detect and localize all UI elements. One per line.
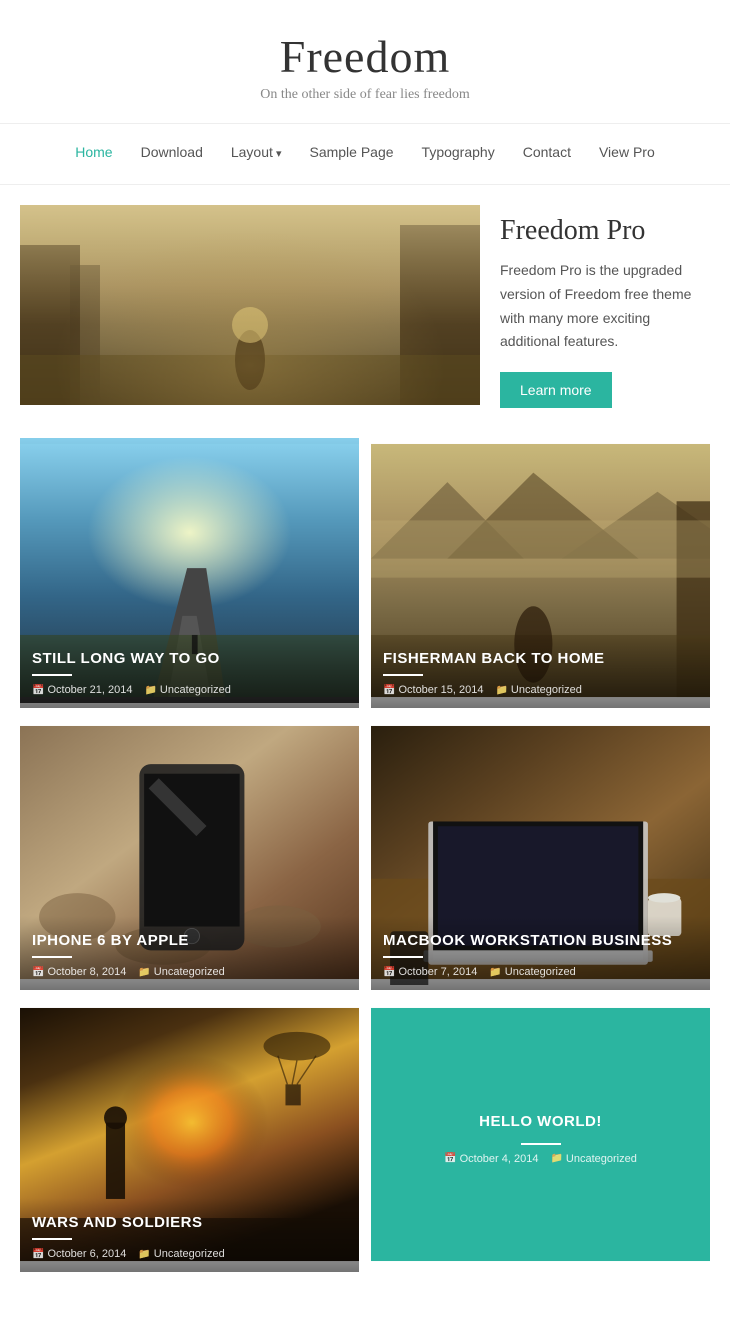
nav-item-layout[interactable]: Layout xyxy=(217,136,296,168)
post-overlay-5: WARS AND SOLDIERS 📅 October 6, 2014 📁 Un… xyxy=(20,1198,359,1273)
hero-description: Freedom Pro is the upgraded version of F… xyxy=(500,259,710,354)
post-card-5[interactable]: WARS AND SOLDIERS 📅 October 6, 2014 📁 Un… xyxy=(20,1002,359,1272)
folder-icon-1: 📁 xyxy=(144,685,156,696)
nav-item-contact[interactable]: Contact xyxy=(509,136,585,168)
post-meta-3: 📅 October 8, 2014 📁 Uncategorized xyxy=(32,966,347,978)
nav-item-view-pro[interactable]: View Pro xyxy=(585,136,669,168)
post-overlay-1: STILL LONG WAY TO GO 📅 October 21, 2014 … xyxy=(20,634,359,709)
post-divider-5 xyxy=(32,1238,72,1240)
post-divider-3 xyxy=(32,956,72,958)
post-overlay-3: IPHONE 6 BY APPLE 📅 October 8, 2014 📁 Un… xyxy=(20,916,359,991)
post-title-1: STILL LONG WAY TO GO xyxy=(32,649,347,669)
post-category-2: 📁 Uncategorized xyxy=(495,684,581,696)
post-overlay-6: HELLO WORLD! 📅 October 4, 2014 📁 Uncateg… xyxy=(371,1002,710,1272)
post-card-4[interactable]: MACBOOK WORKSTATION BUSINESS 📅 October 7… xyxy=(371,720,710,990)
post-date-3: 📅 October 8, 2014 xyxy=(32,966,126,978)
post-meta-5: 📅 October 6, 2014 📁 Uncategorized xyxy=(32,1248,347,1260)
folder-icon-5: 📁 xyxy=(138,1249,150,1260)
post-category-5: 📁 Uncategorized xyxy=(138,1248,224,1260)
site-tagline: On the other side of fear lies freedom xyxy=(20,87,710,103)
post-divider-1 xyxy=(32,674,72,676)
hero-content: Freedom Pro Freedom Pro is the upgraded … xyxy=(500,205,710,408)
post-meta-1: 📅 October 21, 2014 📁 Uncategorized xyxy=(32,684,347,696)
posts-grid: STILL LONG WAY TO GO 📅 October 21, 2014 … xyxy=(0,438,730,1292)
post-meta-2: 📅 October 15, 2014 📁 Uncategorized xyxy=(383,684,698,696)
post-date-4: 📅 October 7, 2014 xyxy=(383,966,477,978)
post-title-6: HELLO WORLD! xyxy=(479,1112,602,1132)
post-title-5: WARS AND SOLDIERS xyxy=(32,1213,347,1233)
post-card-6[interactable]: HELLO WORLD! 📅 October 4, 2014 📁 Uncateg… xyxy=(371,1002,710,1272)
main-nav: Home Download Layout Sample Page Typogra… xyxy=(0,123,730,185)
post-category-3: 📁 Uncategorized xyxy=(138,966,224,978)
hero-image xyxy=(20,205,480,405)
post-category-1: 📁 Uncategorized xyxy=(144,684,230,696)
folder-icon-3: 📁 xyxy=(138,967,150,978)
post-title-4: MACBOOK WORKSTATION BUSINESS xyxy=(383,931,698,951)
post-title-3: IPHONE 6 BY APPLE xyxy=(32,931,347,951)
site-title: Freedom xyxy=(20,30,710,83)
folder-icon-6: 📁 xyxy=(550,1153,562,1164)
post-title-2: FISHERMAN BACK TO HOME xyxy=(383,649,698,669)
post-card-2[interactable]: FISHERMAN BACK TO HOME 📅 October 15, 201… xyxy=(371,438,710,708)
post-category-6: 📁 Uncategorized xyxy=(550,1153,636,1165)
calendar-icon-2: 📅 xyxy=(383,685,395,696)
nav-item-home[interactable]: Home xyxy=(61,136,126,168)
calendar-icon-5: 📅 xyxy=(32,1249,44,1260)
calendar-icon-1: 📅 xyxy=(32,685,44,696)
post-date-5: 📅 October 6, 2014 xyxy=(32,1248,126,1260)
hero-section: Freedom Pro Freedom Pro is the upgraded … xyxy=(0,185,730,438)
hero-title: Freedom Pro xyxy=(500,215,710,247)
post-divider-6 xyxy=(521,1143,561,1145)
nav-item-sample-page[interactable]: Sample Page xyxy=(295,136,407,168)
nav-item-typography[interactable]: Typography xyxy=(408,136,509,168)
post-date-6: 📅 October 4, 2014 xyxy=(444,1153,538,1165)
calendar-icon-4: 📅 xyxy=(383,967,395,978)
learn-more-button[interactable]: Learn more xyxy=(500,372,612,408)
post-category-4: 📁 Uncategorized xyxy=(489,966,575,978)
post-card-3[interactable]: IPHONE 6 BY APPLE 📅 October 8, 2014 📁 Un… xyxy=(20,720,359,990)
post-meta-6: 📅 October 4, 2014 📁 Uncategorized xyxy=(444,1153,637,1165)
post-date-1: 📅 October 21, 2014 xyxy=(32,684,132,696)
post-date-2: 📅 October 15, 2014 xyxy=(383,684,483,696)
post-divider-2 xyxy=(383,674,423,676)
folder-icon-2: 📁 xyxy=(495,685,507,696)
hero-svg xyxy=(20,205,480,405)
nav-item-download[interactable]: Download xyxy=(127,136,217,168)
post-overlay-2: FISHERMAN BACK TO HOME 📅 October 15, 201… xyxy=(371,634,710,709)
post-meta-4: 📅 October 7, 2014 📁 Uncategorized xyxy=(383,966,698,978)
calendar-icon-3: 📅 xyxy=(32,967,44,978)
post-overlay-4: MACBOOK WORKSTATION BUSINESS 📅 October 7… xyxy=(371,916,710,991)
post-card-1[interactable]: STILL LONG WAY TO GO 📅 October 21, 2014 … xyxy=(20,438,359,708)
post-divider-4 xyxy=(383,956,423,958)
calendar-icon-6: 📅 xyxy=(444,1153,456,1164)
site-header: Freedom On the other side of fear lies f… xyxy=(0,0,730,113)
folder-icon-4: 📁 xyxy=(489,967,501,978)
